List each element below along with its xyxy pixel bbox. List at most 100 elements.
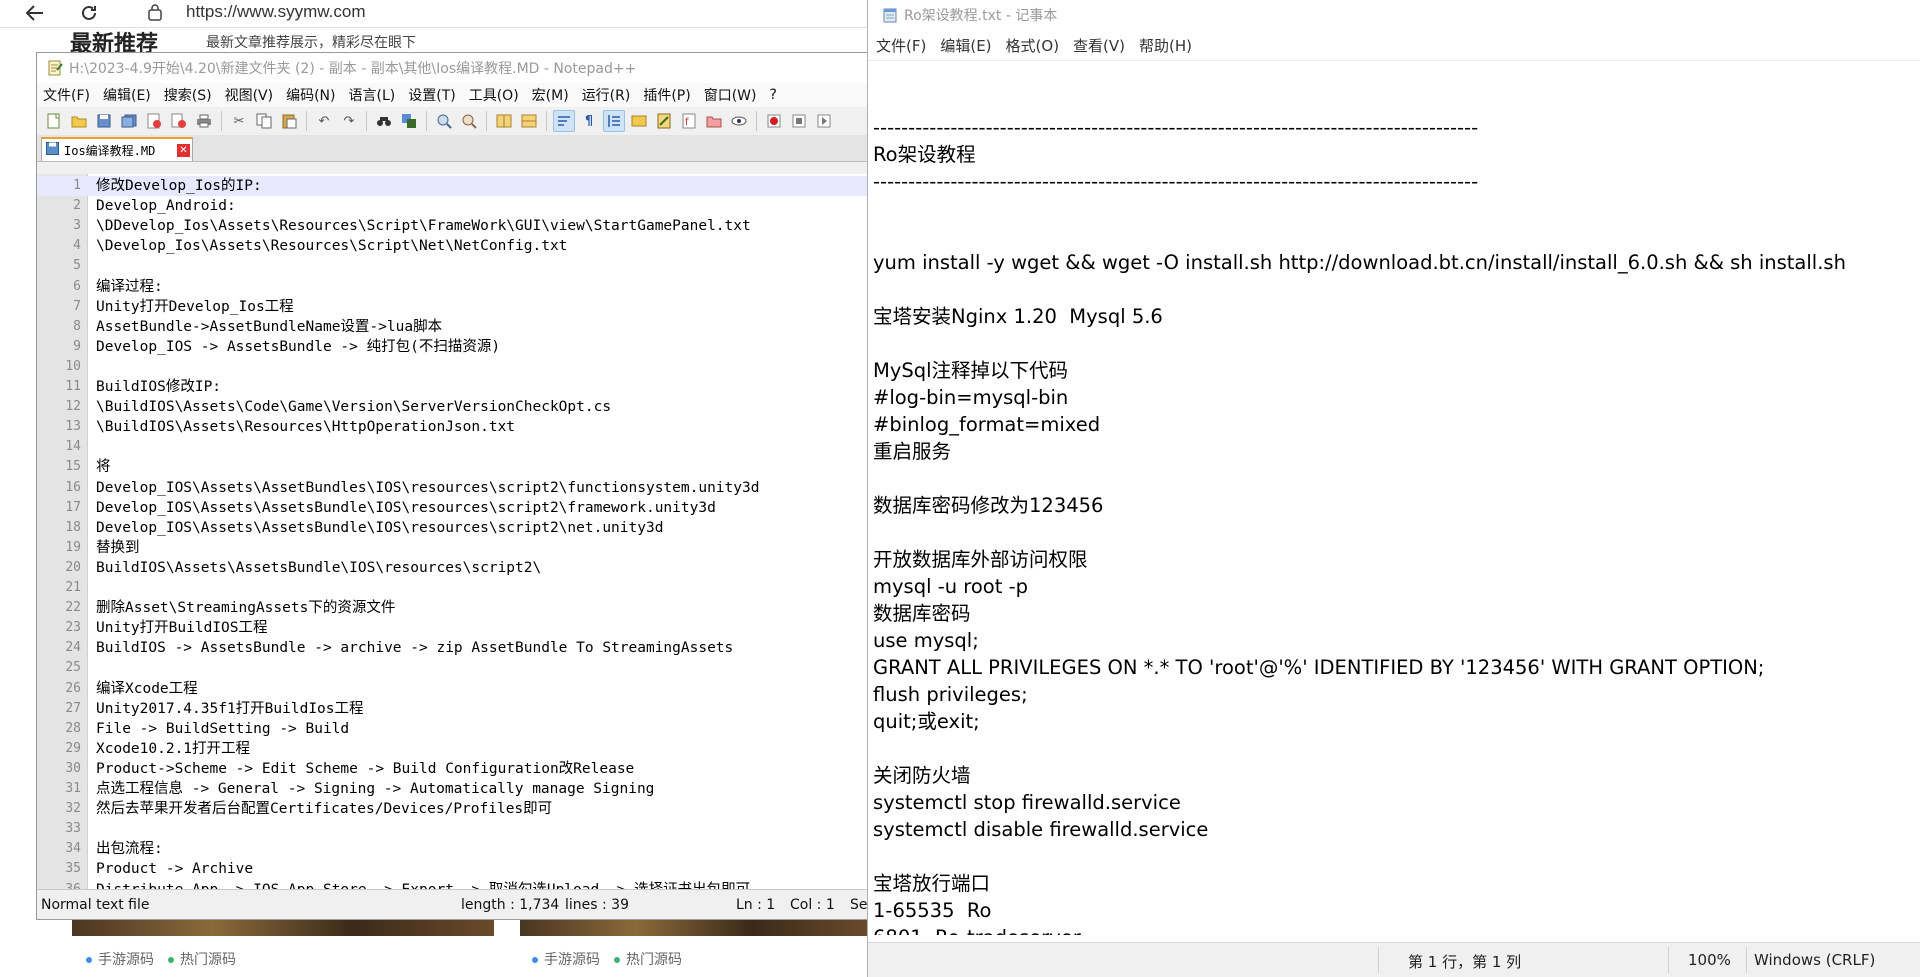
language-icon[interactable] [628,110,650,132]
editor-line[interactable]: 35 Product -> Archive [37,859,869,879]
editor-line[interactable]: 3 \DDevelop_Ios\Assets\Resources\Script\F… [37,216,869,236]
tag-link[interactable]: 热门源码 [168,949,236,969]
editor-line[interactable]: 26 编译Xcode工程 [37,679,869,699]
editor-line[interactable]: 1 修改Develop_Ios的IP: [37,176,869,197]
save-all-icon[interactable] [118,110,140,132]
print-icon[interactable] [193,110,215,132]
editor-line[interactable]: 17 Develop_IOS\Assets\AssetsBundle\IOS\re… [37,498,869,518]
tag-link[interactable]: 手游源码 [86,949,154,969]
editor-line[interactable]: 31 点选工程信息 -> General -> Signing -> Automa… [37,779,869,799]
paste-icon[interactable] [278,110,300,132]
editor-line[interactable]: 14 [37,437,869,457]
zoom-in-icon[interactable] [433,110,455,132]
editor-line[interactable]: 16 Develop_IOS\Assets\AssetBundles\IOS\re… [37,478,869,498]
cut-icon[interactable]: ✂ [228,110,250,132]
reload-icon[interactable] [74,0,104,26]
editor-line[interactable]: 19 替换到 [37,538,869,558]
editor-line[interactable]: 28 File -> BuildSetting -> Build [37,719,869,739]
editor-line[interactable]: 25 [37,658,869,678]
editor-line[interactable]: 22 删除Asset\StreamingAssets下的资源文件 [37,598,869,618]
menu-edit[interactable]: 编辑(E) [940,35,991,56]
folder-workspace-icon[interactable] [703,110,725,132]
menu-view[interactable]: 视图(V) [225,85,274,105]
document-map-icon[interactable] [653,110,675,132]
menu-run[interactable]: 运行(R) [582,85,631,105]
editor-line[interactable]: 33 [37,819,869,839]
find-icon[interactable] [373,110,395,132]
editor-line[interactable]: 32 然后去苹果开发者后台配置Certificates/Devices/Profi… [37,799,869,819]
editor-line[interactable]: 12 \BuildIOS\Assets\Code\Game\Version\Ser… [37,397,869,417]
close-file-icon[interactable] [143,110,165,132]
thumbnail-image[interactable] [520,920,868,936]
sync-horizontal-icon[interactable] [518,110,540,132]
open-folder-icon[interactable] [68,110,90,132]
notepadpp-editor[interactable]: 1 修改Develop_Ios的IP: 2 Develop_Android: 3 \DDe… [37,174,869,890]
lock-icon[interactable] [148,3,162,21]
tag-link[interactable]: 热门源码 [614,949,682,969]
editor-line[interactable]: 21 [37,578,869,598]
redo-icon[interactable]: ↷ [338,110,360,132]
monitoring-icon[interactable] [728,110,750,132]
menu-view[interactable]: 查看(V) [1073,35,1125,56]
editor-line[interactable]: 4 \Develop_Ios\Assets\Resources\Script\Ne… [37,236,869,256]
editor-line[interactable]: 15 将 [37,457,869,477]
word-wrap-icon[interactable] [553,110,575,132]
menu-format[interactable]: 格式(O) [1006,35,1060,56]
undo-icon[interactable]: ↶ [313,110,335,132]
menu-search[interactable]: 搜索(S) [164,85,212,105]
menu-tools[interactable]: 工具(O) [469,85,519,105]
editor-line[interactable]: 9 Develop_IOS -> AssetsBundle -> 纯打包(不扫描资… [37,337,869,357]
editor-line[interactable]: 18 Develop_IOS\Assets\AssetsBundle\IOS\re… [37,518,869,538]
copy-icon[interactable] [253,110,275,132]
indent-guide-icon[interactable] [603,110,625,132]
record-macro-icon[interactable] [763,110,785,132]
menu-window[interactable]: 窗口(W) [704,85,757,105]
function-list-icon[interactable]: f [678,110,700,132]
editor-line[interactable]: 13 \BuildIOS\Assets\Resources\HttpOperati… [37,417,869,437]
editor-line[interactable]: 8 AssetBundle->AssetBundleName设置->lua脚本 [37,317,869,337]
editor-line[interactable]: 30 Product->Scheme -> Edit Scheme -> Buil… [37,759,869,779]
replace-icon[interactable] [398,110,420,132]
editor-line[interactable]: 7 Unity打开Develop_Ios工程 [37,297,869,317]
menu-file[interactable]: 文件(F) [43,85,90,105]
notepadpp-titlebar[interactable]: H:\2023-4.9开始\4.20\新建文件夹 (2) - 副本 - 副本\其… [37,53,869,83]
save-icon[interactable] [93,110,115,132]
menu-language[interactable]: 语言(L) [349,85,396,105]
editor-line[interactable]: 11 BuildIOS修改IP: [37,377,869,397]
editor-line[interactable]: 5 [37,256,869,276]
close-all-icon[interactable] [168,110,190,132]
editor-line[interactable]: 10 [37,357,869,377]
new-file-icon[interactable] [43,110,65,132]
tab-ios-tutorial[interactable]: Ios编译教程.MD ✕ [41,137,193,161]
editor-line[interactable]: 24 BuildIOS -> AssetsBundle -> archive ->… [37,638,869,658]
zoom-out-icon[interactable] [458,110,480,132]
notepad-titlebar[interactable]: Ro架设教程.txt - 记事本 [868,0,1920,30]
address-bar[interactable]: https://www.syymw.com [186,2,365,22]
notepadpp-tabbar: Ios编译教程.MD ✕ [37,135,869,162]
editor-line[interactable]: 29 Xcode10.2.1打开工程 [37,739,869,759]
editor-line[interactable]: 20 BuildIOS\Assets\AssetsBundle\IOS\resou… [37,558,869,578]
sync-vertical-icon[interactable] [493,110,515,132]
editor-line[interactable]: 23 Unity打开BuildIOS工程 [37,618,869,638]
notepad-text-area[interactable]: ----------------------------------------… [868,87,1920,935]
close-tab-icon[interactable]: ✕ [177,143,190,157]
editor-line[interactable]: 6 编译过程: [37,277,869,297]
menu-macro[interactable]: 宏(M) [532,85,569,105]
menu-encoding[interactable]: 编码(N) [286,85,335,105]
menu-edit[interactable]: 编辑(E) [103,85,151,105]
line-text: Develop_IOS\Assets\AssetsBundle\IOS\reso… [96,499,716,516]
back-arrow-icon[interactable] [20,0,50,26]
tag-link[interactable]: 手游源码 [532,949,600,969]
editor-line[interactable]: 27 Unity2017.4.35f1打开BuildIos工程 [37,699,869,719]
stop-macro-icon[interactable] [788,110,810,132]
editor-line[interactable]: 2 Develop_Android: [37,196,869,216]
editor-line[interactable]: 34 出包流程: [37,839,869,859]
menu-plugins[interactable]: 插件(P) [643,85,690,105]
menu-file[interactable]: 文件(F) [876,35,926,56]
show-all-characters-icon[interactable]: ¶ [578,110,600,132]
play-macro-icon[interactable] [813,110,835,132]
menu-help[interactable]: ? [770,87,777,103]
menu-settings[interactable]: 设置(T) [408,85,455,105]
menu-help[interactable]: 帮助(H) [1139,35,1192,56]
thumbnail-image[interactable] [72,920,494,936]
